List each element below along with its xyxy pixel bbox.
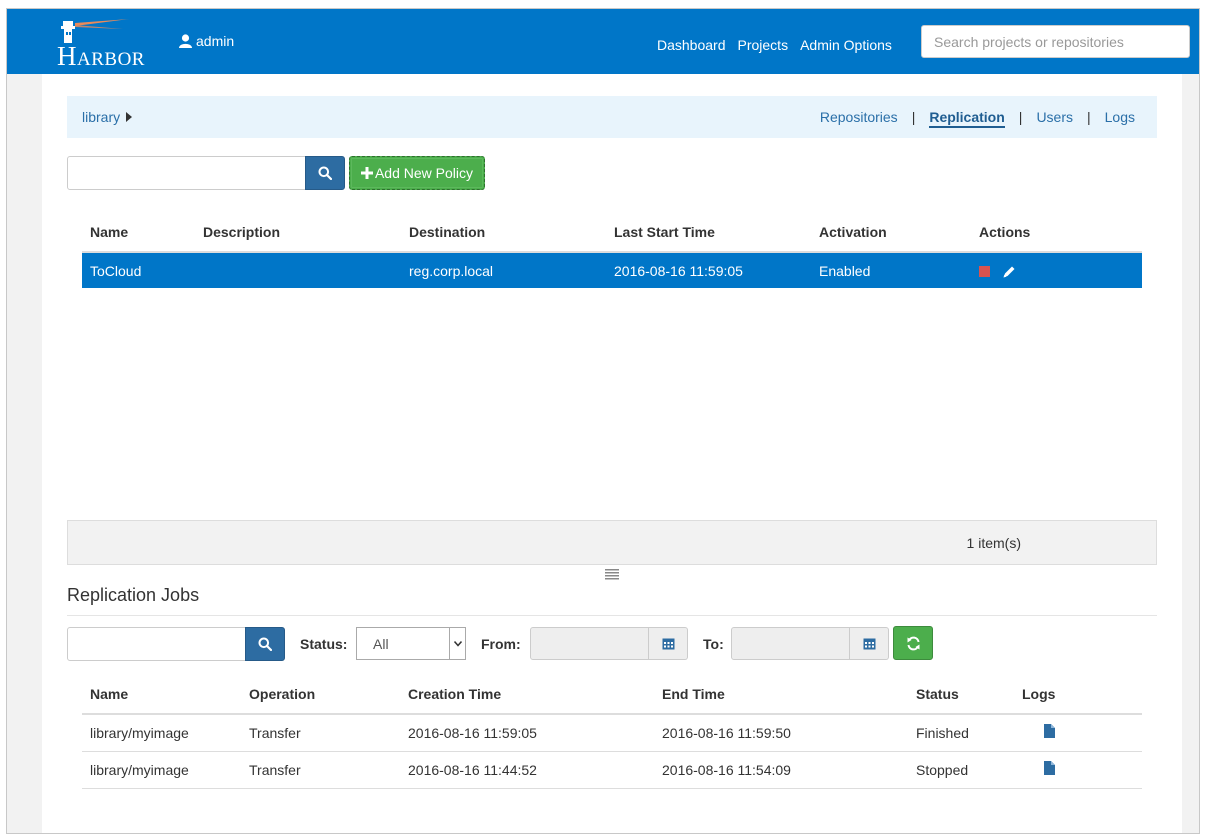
job-logs [1014,751,1142,789]
nav-projects[interactable]: Projects [738,37,789,53]
job-operation: Transfer [241,714,400,752]
job-row: library/myimage Transfer 2016-08-16 11:4… [82,751,1142,789]
job-name: library/myimage [82,751,241,789]
file-icon[interactable] [1044,761,1055,775]
jobs-table: Name Operation Creation Time End Time St… [82,674,1142,789]
project-subnav: library Repositories | Replication | Use… [67,96,1157,138]
search-icon [318,166,332,180]
refresh-icon [907,636,919,650]
section-divider [67,615,1157,616]
to-date-input[interactable] [731,627,850,660]
col-job-name: Name [82,674,241,715]
job-end-time: 2016-08-16 11:54:09 [654,751,908,789]
col-destination: Destination [401,212,606,253]
job-operation: Transfer [241,751,400,789]
job-status: Finished [908,714,1014,752]
job-row: library/myimage Transfer 2016-08-16 11:5… [82,714,1142,752]
chevron-down-icon [449,628,465,659]
policy-last-start-time: 2016-08-16 11:59:05 [606,252,811,288]
search-icon [258,637,272,651]
user-menu[interactable]: admin [179,33,234,49]
harbor-logo-text[interactable]: HARBOR [57,41,145,72]
policy-name: ToCloud [82,252,195,288]
col-status: Status [908,674,1014,715]
from-label: From: [481,636,521,652]
breadcrumb[interactable]: library [82,109,133,125]
policy-table-header: Name Description Destination Last Start … [82,212,1142,253]
calendar-icon [863,638,875,650]
col-creation-time: Creation Time [400,674,654,715]
from-date-input[interactable] [530,627,649,660]
to-calendar-button[interactable] [850,627,889,660]
jobs-table-header: Name Operation Creation Time End Time St… [82,674,1142,715]
policy-destination: reg.corp.local [401,252,606,288]
tab-users[interactable]: Users [1036,109,1073,128]
nav-dashboard[interactable]: Dashboard [657,37,726,53]
main-content: library Repositories | Replication | Use… [42,74,1182,833]
user-icon [179,34,192,48]
policy-activation: Enabled [811,252,971,288]
pencil-icon[interactable] [1002,265,1016,279]
col-name: Name [82,212,195,253]
refresh-button[interactable] [893,626,933,660]
job-creation-time: 2016-08-16 11:59:05 [400,714,654,752]
job-end-time: 2016-08-16 11:59:50 [654,714,908,752]
tab-logs[interactable]: Logs [1105,109,1135,128]
logo-rest: ARBOR [77,49,145,70]
col-actions: Actions [971,212,1142,253]
col-activation: Activation [811,212,971,253]
policy-table-footer: 1 item(s) [67,520,1157,565]
stop-icon[interactable] [979,266,990,278]
col-description: Description [195,212,401,253]
col-logs: Logs [1014,674,1142,715]
add-new-policy-label: Add New Policy [374,165,474,181]
to-label: To: [703,636,724,652]
plus-icon [360,167,373,179]
tab-separator: | [1018,109,1023,125]
tab-separator: | [911,109,916,125]
status-selected-value: All [373,635,389,652]
replication-jobs-title: Replication Jobs [67,585,200,605]
job-search-input[interactable] [67,627,246,661]
job-creation-time: 2016-08-16 11:44:52 [400,751,654,789]
policy-actions [971,252,1142,288]
project-tabs: Repositories | Replication | Users | Log… [820,109,1135,128]
col-operation: Operation [241,674,400,715]
caret-right-icon[interactable] [126,112,133,122]
browser-frame: HARBOR admin Dashboard Projects Admin Op… [6,8,1200,834]
tab-replication[interactable]: Replication [929,109,1005,128]
col-end-time: End Time [654,674,908,715]
main-nav: Dashboard Projects Admin Options [657,37,892,53]
job-status: Stopped [908,751,1014,789]
policy-description [195,252,401,288]
from-calendar-button[interactable] [649,627,688,660]
status-label: Status: [300,636,348,652]
job-logs [1014,714,1142,752]
tab-repositories[interactable]: Repositories [820,109,898,128]
resize-grip-icon[interactable] [605,568,619,580]
col-last-start-time: Last Start Time [606,212,811,253]
job-name: library/myimage [82,714,241,752]
policy-search-input[interactable] [67,156,306,190]
file-icon[interactable] [1044,724,1055,739]
calendar-icon [662,638,674,650]
breadcrumb-project[interactable]: library [82,109,120,125]
policy-table: Name Description Destination Last Start … [82,212,1142,288]
policy-row[interactable]: ToCloud reg.corp.local 2016-08-16 11:59:… [82,252,1142,288]
logo-letter: H [57,41,77,71]
item-count: 1 item(s) [966,535,1021,551]
top-navbar: HARBOR admin Dashboard Projects Admin Op… [7,9,1199,74]
username: admin [196,33,235,49]
policy-search-button[interactable] [305,156,345,190]
tab-separator: | [1087,109,1091,125]
status-select[interactable]: All [356,627,466,660]
job-search-button[interactable] [245,627,285,661]
add-new-policy-button[interactable]: Add New Policy [349,156,485,190]
nav-admin-options[interactable]: Admin Options [800,37,892,53]
global-search-input[interactable] [921,25,1190,58]
